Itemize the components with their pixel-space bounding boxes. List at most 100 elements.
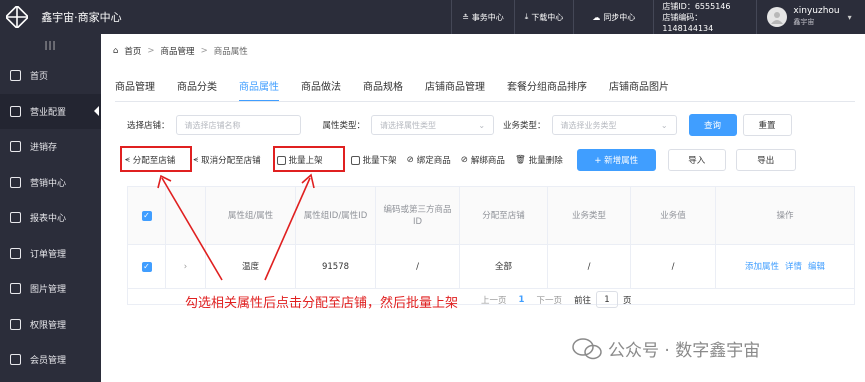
store-filter-label: 选择店铺： xyxy=(127,121,170,131)
reset-button[interactable]: 重置 xyxy=(742,114,792,136)
task-icon: ≛ xyxy=(462,12,469,22)
marketing-icon xyxy=(10,176,21,188)
user-name: xinyuzhou xyxy=(793,6,840,16)
avatar xyxy=(767,7,788,27)
task-center-button[interactable]: ≛ 事务中心 xyxy=(451,0,514,34)
store-input[interactable]: 请选择店铺名称 xyxy=(175,115,301,135)
add-attribute-button[interactable]: + 新增属性 xyxy=(576,149,656,171)
goto-prefix: 前往 xyxy=(573,295,591,306)
sidebar-item-reports[interactable]: 报表中心 xyxy=(0,200,101,236)
pagination: 上一页 1 下一页 前往 1 页 xyxy=(481,291,631,308)
batch-offline-button[interactable]: 批量下架 xyxy=(350,154,397,166)
edit-link[interactable]: 编辑 xyxy=(808,261,825,273)
download-center-button[interactable]: ⤓ 下载中心 xyxy=(513,0,574,34)
goto-page: 前往 1 页 xyxy=(573,291,632,308)
sidebar-item-inventory[interactable]: 进销存 xyxy=(0,129,101,165)
biz-type-select[interactable]: 请选择业务类型 ⌄ xyxy=(551,115,677,135)
sidebar-item-orders[interactable]: 订单管理 xyxy=(0,236,101,272)
expand-header xyxy=(166,187,206,244)
tab-product-category[interactable]: 商品分类 xyxy=(177,78,217,102)
main-content: ⌂ 首页 > 商品管理 > 商品属性 商品管理 商品分类 商品属性 商品做法 商… xyxy=(101,34,865,382)
row-checkbox[interactable]: ✓ xyxy=(141,261,152,272)
app-logo[interactable] xyxy=(0,0,33,34)
unlink-icon: ⊘ xyxy=(460,155,468,165)
sidebar-item-label: 首页 xyxy=(30,72,49,83)
goto-suffix: 页 xyxy=(622,295,632,306)
header-operations: 操作 xyxy=(716,187,854,244)
sidebar-item-marketing[interactable]: 营销中心 xyxy=(0,165,101,201)
cloud-icon: ☁ xyxy=(592,12,601,22)
sidebar-item-images[interactable]: 图片管理 xyxy=(0,271,101,307)
sidebar-item-label: 订单管理 xyxy=(30,249,67,260)
sidebar-item-label: 进销存 xyxy=(30,143,58,154)
table-row[interactable]: ✓ › 温度 91578 / 全部 / / 添加属性 详情 编辑 xyxy=(128,245,854,289)
page-number[interactable]: 1 xyxy=(519,295,525,305)
unbind-product-button[interactable]: ⊘ 解绑商品 xyxy=(461,154,505,166)
chevron-down-icon: ⌄ xyxy=(478,120,486,130)
sidebar-item-home[interactable]: 首页 xyxy=(0,58,101,94)
breadcrumb-home[interactable]: 首页 xyxy=(124,45,141,57)
batch-delete-button[interactable]: 🗑 批量删除 xyxy=(515,154,563,166)
row-attr-name: 温度 xyxy=(206,245,296,288)
next-page-button[interactable]: 下一页 xyxy=(536,294,562,306)
share-icon: ⪪ xyxy=(193,155,199,165)
goto-page-input[interactable]: 1 xyxy=(595,291,618,308)
sidebar-item-label: 会员管理 xyxy=(30,356,67,367)
instruction-annotation: 勾选相关属性后点击分配至店铺，然后批量上架 xyxy=(185,296,459,311)
expand-row-icon[interactable]: › xyxy=(166,245,206,288)
sidebar-item-label: 报表中心 xyxy=(30,214,67,225)
sidebar-item-members[interactable]: 会员管理 xyxy=(0,342,101,378)
attr-type-select[interactable]: 请选择属性类型 ⌄ xyxy=(371,115,495,135)
store-code: 店铺编码：1148144134 xyxy=(662,12,714,33)
breadcrumb: ⌂ 首页 > 商品管理 > 商品属性 xyxy=(113,45,248,57)
download-icon xyxy=(350,155,360,165)
download-icon: ⤓ xyxy=(524,12,529,21)
tab-product-management[interactable]: 商品管理 xyxy=(115,78,155,102)
header-store: 分配至店铺 xyxy=(460,187,548,244)
inventory-icon xyxy=(10,141,21,153)
order-icon xyxy=(10,247,21,259)
bind-product-button[interactable]: ⊘ 绑定商品 xyxy=(407,154,451,166)
row-operations: 添加属性 详情 编辑 xyxy=(716,245,854,288)
sidebar-item-permissions[interactable]: 权限管理 xyxy=(0,307,101,343)
biz-type-label: 业务类型： xyxy=(503,121,546,131)
export-button[interactable]: 导出 xyxy=(735,149,796,171)
collapse-menu-icon[interactable]: ||| xyxy=(0,34,101,58)
unbind-label: 解绑商品 xyxy=(470,156,505,166)
action-bar: ⪪ 分配至店铺 ⪪ 取消分配至店铺 批量上架 批量下架 ⊘ 绑定商品 ⊘ 解绑商… xyxy=(125,149,796,171)
wechat-icon xyxy=(572,337,602,359)
import-button[interactable]: 导入 xyxy=(667,149,726,171)
detail-link[interactable]: 详情 xyxy=(785,261,802,273)
sidebar-item-business-config[interactable]: 营业配置 xyxy=(0,93,101,129)
sidebar-item-label: 图片管理 xyxy=(30,285,67,296)
user-icon xyxy=(771,12,784,24)
select-all-checkbox[interactable]: ✓ xyxy=(141,210,152,221)
header-biz-type: 业务类型 xyxy=(548,187,631,244)
user-menu[interactable]: xinyuzhou 鑫宇宙 ▾ xyxy=(756,0,865,34)
breadcrumb-separator: > xyxy=(147,46,155,56)
sync-center-label: 同步中心 xyxy=(603,12,636,22)
sync-center-button[interactable]: ☁ 同步中心 xyxy=(573,0,653,34)
user-subtitle: 鑫宇宙 xyxy=(793,18,815,26)
row-select-cell: ✓ xyxy=(128,245,166,288)
unassign-store-button[interactable]: ⪪ 取消分配至店铺 xyxy=(193,154,260,166)
link-icon: ⊘ xyxy=(406,155,414,165)
prev-page-button[interactable]: 上一页 xyxy=(481,294,507,306)
tab-product-method[interactable]: 商品做法 xyxy=(301,78,341,102)
breadcrumb-section[interactable]: 商品管理 xyxy=(161,45,195,57)
tab-product-attribute[interactable]: 商品属性 xyxy=(239,78,279,102)
filter-bar: 选择店铺： 请选择店铺名称 属性类型： 请选择属性类型 ⌄ 业务类型： 请选择业… xyxy=(127,114,792,136)
store-input-placeholder: 请选择店铺名称 xyxy=(184,120,241,130)
sidebar-item-label: 营业配置 xyxy=(30,107,67,118)
header-attr-id: 属性组ID/属性ID xyxy=(296,187,376,244)
header-biz-value: 业务值 xyxy=(631,187,716,244)
add-attribute-link[interactable]: 添加属性 xyxy=(745,261,779,273)
tab-combo-sort[interactable]: 套餐分组商品排序 xyxy=(507,78,587,102)
home-icon: ⌂ xyxy=(113,46,119,56)
tab-store-products[interactable]: 店铺商品管理 xyxy=(425,78,485,102)
query-button[interactable]: 查询 xyxy=(688,114,737,136)
image-icon xyxy=(10,283,21,295)
watermark: 公众号 · 数字鑫宇宙 xyxy=(572,336,760,361)
tab-product-spec[interactable]: 商品规格 xyxy=(363,78,403,102)
tab-store-images[interactable]: 店铺商品图片 xyxy=(609,78,669,102)
